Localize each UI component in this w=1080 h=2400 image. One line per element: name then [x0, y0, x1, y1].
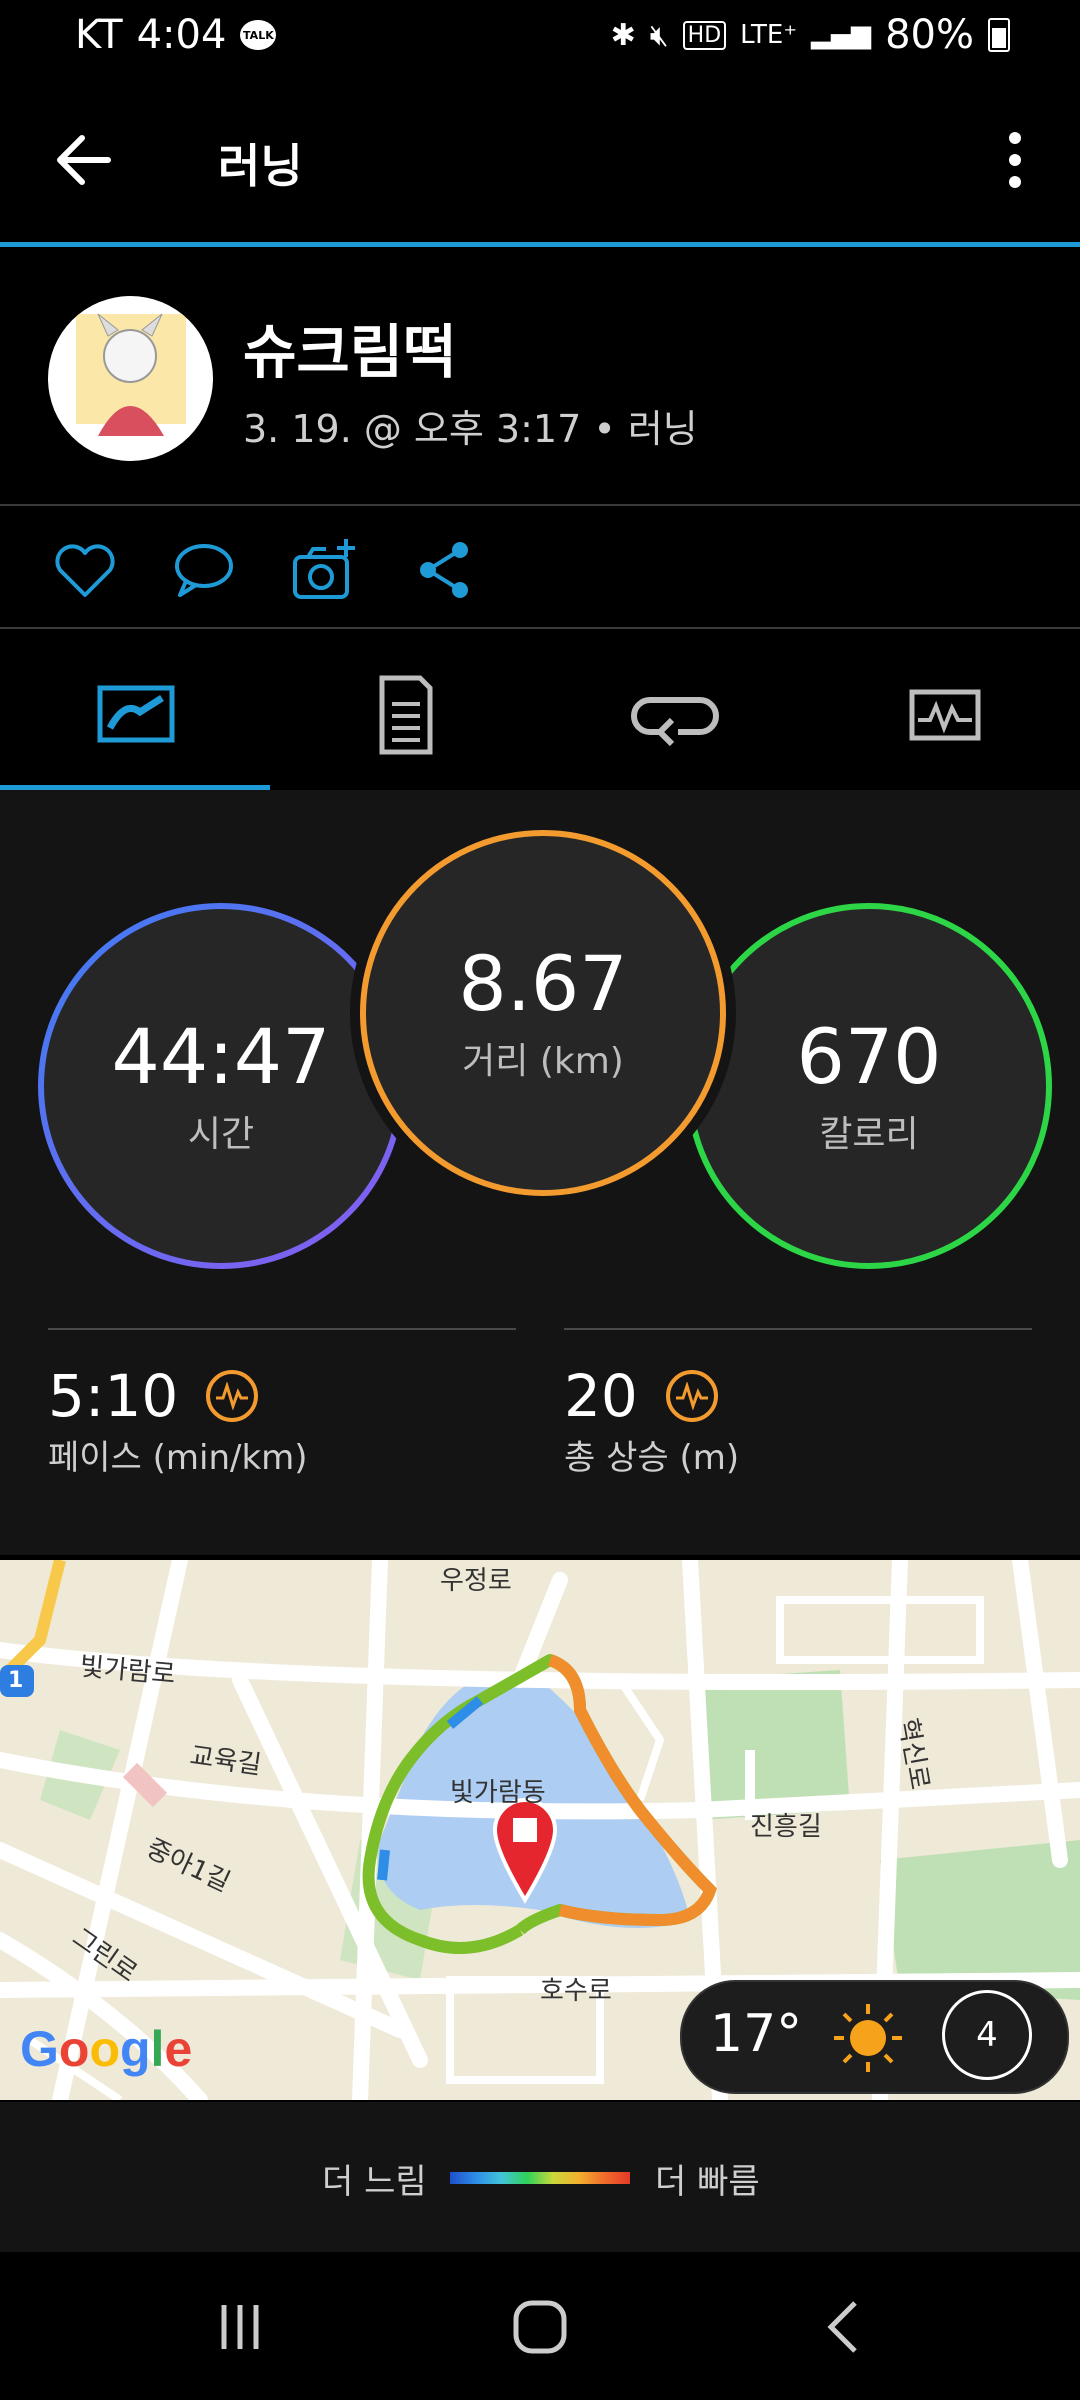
ascent-value: 20 [564, 1362, 638, 1430]
carrier: KT [75, 12, 123, 58]
wind-icon: 4 [942, 1990, 1032, 2080]
bluetooth-icon: ✱ [610, 17, 636, 53]
legend-gradient [450, 2172, 630, 2184]
map-label: 진흥길 [750, 1812, 822, 1842]
route-number: 1 [8, 1668, 24, 1693]
avatar[interactable] [48, 296, 213, 461]
lte-icon: LTE⁺ [740, 20, 798, 50]
add-photo-button[interactable] [290, 535, 360, 605]
battery-percent: 80% [885, 12, 974, 58]
user-name: 슈크림떡 [243, 318, 457, 386]
home-button[interactable] [510, 2297, 570, 2357]
back-button[interactable] [50, 125, 120, 195]
distance-label: 거리 (km) [462, 1040, 624, 1082]
pace-value: 5:10 [48, 1362, 179, 1430]
clock: 4:04 [136, 12, 227, 58]
camera-add-icon [293, 539, 355, 599]
like-button[interactable] [50, 535, 120, 605]
calories-label: 칼로리 [819, 1113, 919, 1155]
pace-metric: 5:10 페이스 (min/km) [48, 1362, 308, 1479]
hd-icon: HD [682, 20, 727, 50]
heart-icon [55, 544, 115, 597]
ascent-chart-icon[interactable] [665, 1370, 718, 1422]
map-label: 빛가람동 [450, 1778, 546, 1808]
sunny-icon [834, 2004, 902, 2072]
google-logo: Google [20, 2021, 193, 2077]
comment-icon [175, 544, 233, 597]
calories-circle: 670 칼로리 [686, 903, 1052, 1269]
wind-speed: 4 [976, 2015, 998, 2055]
share-button[interactable] [410, 535, 480, 605]
tab-overview[interactable] [80, 670, 190, 760]
distance-value: 8.67 [458, 939, 628, 1029]
activity-meta: 3. 19. @ 오후 3:17 • 러닝 [243, 407, 698, 451]
pace-label: 페이스 (min/km) [48, 1438, 308, 1478]
system-back-button[interactable] [815, 2297, 875, 2357]
tab-laps[interactable] [620, 670, 730, 760]
share-icon [420, 542, 468, 598]
overview-icon [97, 685, 175, 743]
divider [564, 1328, 1032, 1330]
pace-chart-icon[interactable] [206, 1370, 259, 1422]
divider [0, 627, 1080, 629]
time-label: 시간 [187, 1113, 255, 1155]
home-icon [513, 2300, 567, 2354]
talk-icon: TALK [240, 20, 277, 50]
battery-icon [988, 18, 1010, 52]
temperature: 17° [710, 2004, 803, 2064]
time-value: 44:47 [111, 1012, 331, 1102]
laps-icon [631, 697, 719, 747]
tab-charts[interactable] [890, 670, 1000, 760]
status-right: ✱ 🔇︎ HD LTE⁺ ▂▄▆ 80% [611, 12, 1010, 58]
page-title: 러닝 [218, 139, 303, 193]
ascent-label: 총 상승 (m) [564, 1438, 740, 1478]
distance-circle: 8.67 거리 (km) [360, 830, 726, 1196]
legend-fast: 더 빠름 [655, 2162, 760, 2202]
tab-details[interactable] [350, 670, 460, 760]
map-label: 호수로 [540, 1976, 612, 2006]
signal-icon: ▂▄▆ [811, 20, 872, 50]
weather-widget[interactable]: 17° 4 [680, 1980, 1069, 2094]
status-left: KT 4:04 TALK [75, 12, 277, 58]
pace-legend: 더 느림 더 빠름 [0, 2102, 1080, 2252]
legend-slow: 더 느림 [322, 2162, 427, 2202]
chart-icon [909, 689, 981, 741]
document-icon [379, 675, 433, 755]
avatar-image [76, 313, 186, 436]
header-divider [0, 242, 1080, 247]
more-vert-icon [1009, 132, 1021, 188]
chevron-left-icon [827, 2301, 857, 2353]
map-label: 우정로 [440, 1566, 512, 1596]
comment-button[interactable] [168, 535, 238, 605]
divider [48, 1328, 516, 1330]
status-bar: KT 4:04 TALK ✱ 🔇︎ HD LTE⁺ ▂▄▆ 80% [0, 0, 1080, 80]
ascent-metric: 20 총 상승 (m) [564, 1362, 739, 1479]
more-options-button[interactable] [990, 125, 1040, 195]
back-arrow-icon [57, 135, 111, 185]
mute-icon: 🔇︎ [649, 17, 669, 53]
time-circle: 44:47 시간 [38, 903, 404, 1269]
calories-value: 670 [796, 1012, 942, 1102]
recent-apps-button[interactable] [210, 2297, 270, 2357]
app-bar: 러닝 [0, 95, 1080, 225]
recents-icon [221, 2305, 259, 2349]
system-nav-bar [0, 2255, 1080, 2400]
divider [0, 504, 1080, 506]
